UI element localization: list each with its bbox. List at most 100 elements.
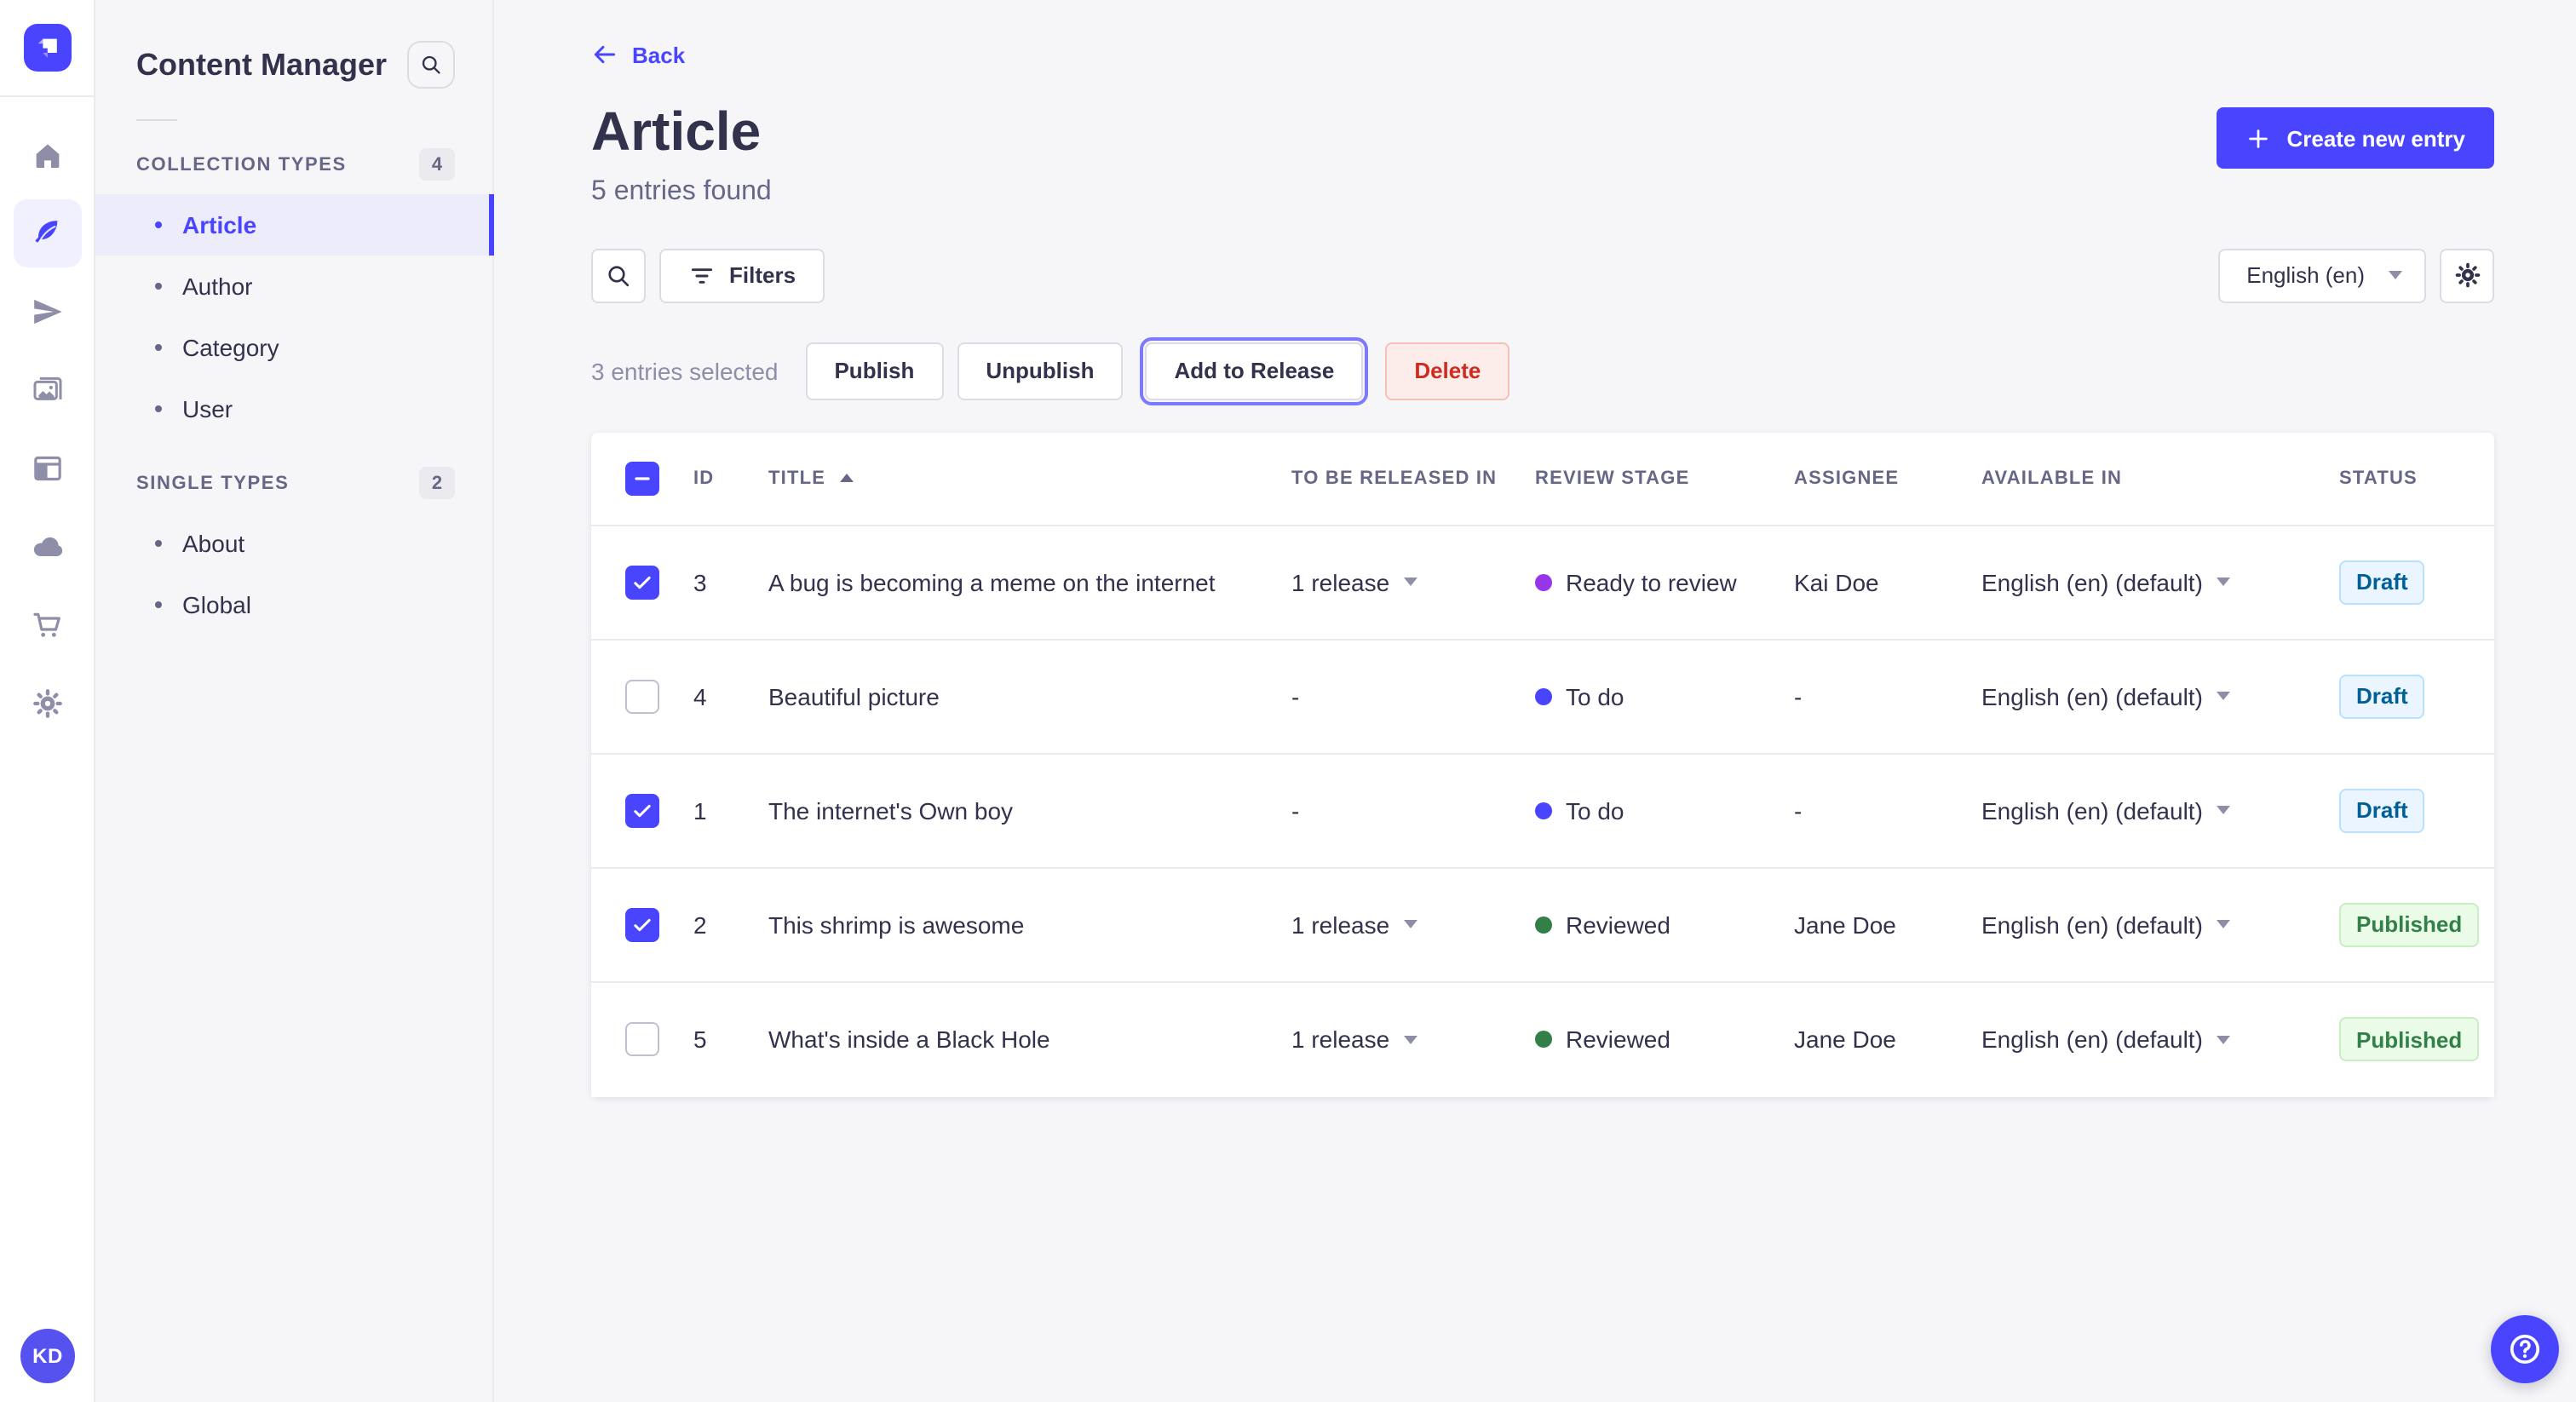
locale-select[interactable]: English (en) <box>2217 248 2426 303</box>
divider <box>136 119 177 121</box>
entry-title: The internet's Own boy <box>768 796 1014 825</box>
entry-title: What's inside a Black Hole <box>768 1026 1050 1054</box>
section-count-badge: 2 <box>419 467 455 499</box>
review-stage-cell: Reviewed <box>1508 1026 1767 1054</box>
status-cell: Draft <box>2312 560 2494 605</box>
row-select-cell <box>591 907 666 942</box>
row-checkbox[interactable] <box>625 907 659 942</box>
status-cell: Published <box>2312 1017 2494 1062</box>
review-stage-value: Ready to review <box>1566 568 1737 596</box>
table-row[interactable]: 1 The internet's Own boy - To do - English (e… <box>591 754 2494 869</box>
locale-value: English (en) (default) <box>1981 568 2203 596</box>
column-header-to-be-released-in[interactable]: TO BE RELEASED IN <box>1264 468 1508 489</box>
entry-id: 1 <box>693 796 707 825</box>
nav-content-type-builder-button[interactable] <box>13 434 81 503</box>
available-in-cell[interactable]: English (en) (default) <box>1954 569 2312 596</box>
row-checkbox[interactable] <box>625 793 659 828</box>
assignee-cell: - <box>1794 796 1803 825</box>
assignee-cell: Kai Doe <box>1794 568 1879 596</box>
avatar[interactable]: KD <box>20 1329 75 1383</box>
release-cell[interactable]: 1 release <box>1264 569 1508 596</box>
subnav-section: SINGLE TYPES 2 About Global <box>95 450 492 635</box>
search-entries-button[interactable] <box>591 248 646 303</box>
available-in-cell[interactable]: English (en) (default) <box>1954 911 2312 939</box>
entry-title: This shrimp is awesome <box>768 911 1025 939</box>
nav-home-button[interactable] <box>13 121 81 189</box>
chevron-down-icon <box>2216 577 2230 587</box>
delete-button[interactable]: Delete <box>1385 342 1510 400</box>
sidebar-item-article[interactable]: Article <box>95 194 494 256</box>
chevron-down-icon <box>2216 806 2230 815</box>
nav-marketplace-button[interactable] <box>13 591 81 659</box>
nav-settings-button[interactable] <box>13 669 81 738</box>
subnav-section: COLLECTION TYPES 4 Article Author Category Us… <box>95 131 494 440</box>
search-button[interactable] <box>407 41 455 89</box>
assignee-cell: - <box>1794 682 1803 710</box>
entries-table: ID TITLE TO BE RELEASED IN REVIEW STAGE … <box>591 432 2494 1097</box>
gear-icon <box>2452 261 2481 290</box>
entry-id: 3 <box>693 568 707 596</box>
sidebar-item-author[interactable]: Author <box>95 256 492 317</box>
sidebar-item-global[interactable]: Global <box>95 574 492 635</box>
select-all-checkbox[interactable] <box>625 461 659 496</box>
images-icon <box>30 373 64 407</box>
column-header-status[interactable]: STATUS <box>2312 468 2494 489</box>
chevron-down-icon <box>2216 920 2230 929</box>
available-in-cell[interactable]: English (en) (default) <box>1954 1026 2312 1054</box>
primary-sidebar: KD <box>0 0 95 1402</box>
page-title: Article <box>591 101 762 162</box>
create-entry-button[interactable]: Create new entry <box>2217 107 2494 169</box>
table-row[interactable]: 5 What's inside a Black Hole 1 release Revi… <box>591 982 2494 1097</box>
column-header-assignee[interactable]: ASSIGNEE <box>1767 468 1954 489</box>
sidebar-item-label: User <box>182 395 233 422</box>
nav-cloud-button[interactable] <box>13 513 81 581</box>
sidebar-item-label: Author <box>182 273 253 300</box>
back-link[interactable]: Back <box>591 41 685 68</box>
cart-icon <box>30 608 64 642</box>
chevron-down-icon <box>1403 577 1417 587</box>
available-in-cell[interactable]: English (en) (default) <box>1954 683 2312 710</box>
nav-content-manager-button[interactable] <box>13 199 81 267</box>
add-to-release-button[interactable]: Add to Release <box>1140 336 1369 405</box>
column-header-available-in[interactable]: AVAILABLE IN <box>1954 468 2312 489</box>
status-badge: Published <box>2339 1017 2480 1062</box>
layout-icon <box>30 451 64 486</box>
view-settings-button[interactable] <box>2440 248 2494 303</box>
row-checkbox[interactable] <box>625 565 659 600</box>
arrow-left-icon <box>591 41 618 68</box>
entries-count: 5 entries found <box>591 176 772 206</box>
logo-container <box>0 0 94 97</box>
row-checkbox[interactable] <box>625 1022 659 1057</box>
release-cell[interactable]: 1 release <box>1264 911 1508 939</box>
filters-button[interactable]: Filters <box>659 248 825 303</box>
status-cell: Draft <box>2312 788 2494 833</box>
main-content: Back Article 5 entries found Create new … <box>494 0 2576 1402</box>
column-header-id[interactable]: ID <box>666 468 741 489</box>
home-icon <box>30 138 64 172</box>
chevron-down-icon <box>2216 1035 2230 1044</box>
help-button[interactable] <box>2491 1315 2559 1383</box>
publish-button[interactable]: Publish <box>805 342 944 400</box>
nav-media-library-button[interactable] <box>13 356 81 424</box>
unpublish-button[interactable]: Unpublish <box>957 342 1124 400</box>
column-header-title[interactable]: TITLE <box>741 468 1264 489</box>
available-in-cell[interactable]: English (en) (default) <box>1954 797 2312 825</box>
table-row[interactable]: 2 This shrimp is awesome 1 release Reviewed… <box>591 868 2494 983</box>
row-checkbox[interactable] <box>625 679 659 714</box>
table-row[interactable]: 3 A bug is becoming a meme on the interne… <box>591 526 2494 641</box>
release-value: 1 release <box>1291 568 1390 596</box>
stage-dot-icon <box>1535 687 1552 705</box>
sidebar-item-about[interactable]: About <box>95 513 492 574</box>
entry-title: Beautiful picture <box>768 682 940 710</box>
column-header-review-stage[interactable]: REVIEW STAGE <box>1508 468 1767 489</box>
release-cell[interactable]: 1 release <box>1264 1026 1508 1054</box>
table-header-row: ID TITLE TO BE RELEASED IN REVIEW STAGE … <box>591 433 2494 526</box>
release-value: - <box>1291 796 1300 825</box>
sidebar-item-user[interactable]: User <box>95 378 492 440</box>
release-value: 1 release <box>1291 911 1390 939</box>
sidebar-item-category[interactable]: Category <box>95 317 492 378</box>
nav-releases-button[interactable] <box>13 278 81 346</box>
sort-ascending-icon <box>839 474 854 483</box>
strapi-logo-icon[interactable] <box>23 24 71 72</box>
table-row[interactable]: 4 Beautiful picture - To do - English (en) (d… <box>591 640 2494 755</box>
